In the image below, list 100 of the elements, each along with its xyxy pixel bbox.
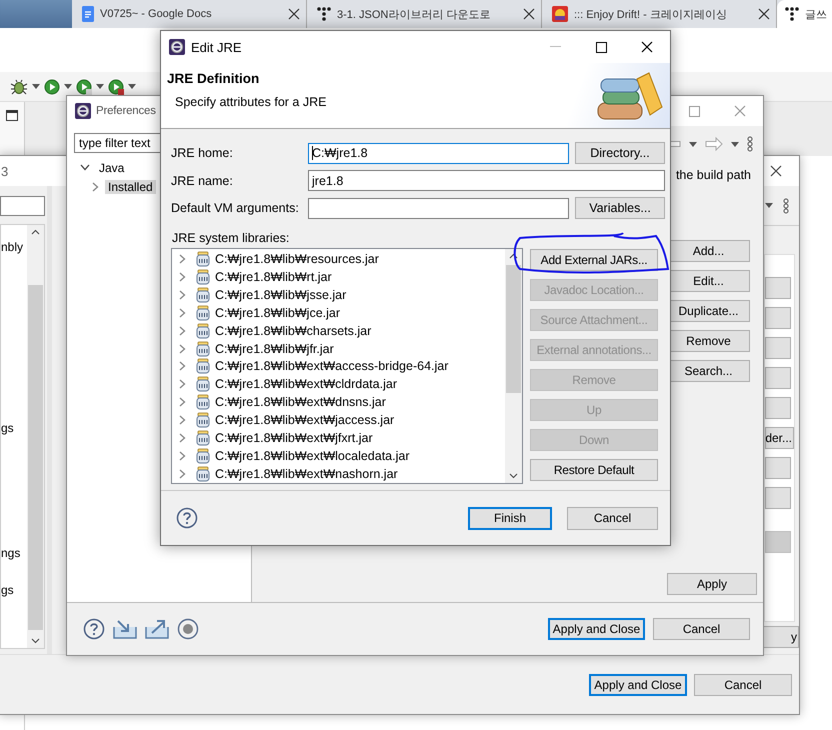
chevron-right-icon[interactable] xyxy=(92,182,99,192)
library-row[interactable]: C:₩jre1.8₩lib₩ext₩cldrdata.jar xyxy=(172,375,505,394)
button[interactable] xyxy=(765,457,791,479)
library-path: C:₩jre1.8₩lib₩ext₩cldrdata.jar xyxy=(215,377,397,392)
library-row[interactable]: C:₩jre1.8₩lib₩jce.jar xyxy=(172,304,505,322)
browse-button[interactable]: Variables... xyxy=(575,197,665,219)
window-title: Preferences xyxy=(96,105,157,117)
banner-subtitle: Specify attributes for a JRE xyxy=(174,95,328,109)
library-row[interactable]: C:₩jre1.8₩lib₩jfr.jar xyxy=(172,340,505,358)
chevron-right-icon[interactable] xyxy=(179,308,186,318)
tree-item[interactable]: gs xyxy=(1,420,27,436)
run-icon[interactable] xyxy=(44,78,60,94)
tree-item[interactable]: gs xyxy=(1,582,27,598)
cancel-button[interactable]: Cancel xyxy=(694,674,792,696)
close-icon[interactable] xyxy=(523,8,535,20)
scroll-down-icon[interactable] xyxy=(31,638,40,644)
window-title: Edit JRE xyxy=(191,40,243,54)
caret-icon[interactable] xyxy=(765,203,773,208)
button[interactable] xyxy=(765,307,791,329)
library-row[interactable]: C:₩jre1.8₩lib₩jsse.jar xyxy=(172,286,505,304)
chevron-right-icon[interactable] xyxy=(179,433,186,444)
more-icon[interactable] xyxy=(747,136,753,152)
record-icon[interactable] xyxy=(177,618,199,640)
forward-arrow-icon[interactable] xyxy=(705,137,723,151)
caret-icon[interactable] xyxy=(32,84,40,89)
button[interactable]: Restore Default xyxy=(530,459,658,481)
button[interactable] xyxy=(765,367,791,389)
more-icon[interactable] xyxy=(783,198,789,214)
button[interactable] xyxy=(765,487,791,509)
chevron-right-icon[interactable] xyxy=(179,415,186,426)
caret-icon[interactable] xyxy=(96,84,104,89)
export-icon[interactable] xyxy=(145,619,169,639)
filter-field[interactable] xyxy=(0,196,45,216)
jar-icon xyxy=(196,340,210,357)
chevron-right-icon[interactable] xyxy=(179,290,186,300)
library-path: C:₩jre1.8₩lib₩ext₩jfxrt.jar xyxy=(215,431,373,446)
chevron-right-icon[interactable] xyxy=(179,344,186,354)
chevron-right-icon[interactable] xyxy=(179,397,186,408)
finish-button[interactable]: Finish xyxy=(468,506,552,530)
tree-item[interactable]: nbly xyxy=(1,239,27,255)
scroll-up-icon[interactable] xyxy=(509,253,518,259)
caret-icon[interactable] xyxy=(731,142,739,146)
caret-icon[interactable] xyxy=(128,84,136,89)
scroll-down-icon[interactable] xyxy=(509,473,518,479)
document-icon xyxy=(82,6,94,22)
button[interactable]: Add External JARs... xyxy=(530,249,658,271)
library-row[interactable]: C:₩jre1.8₩lib₩ext₩access-bridge-64.jar xyxy=(172,358,505,376)
library-path: C:₩jre1.8₩lib₩ext₩localedata.jar xyxy=(215,449,410,464)
run-icon[interactable] xyxy=(108,78,124,94)
tree-item[interactable]: Installed xyxy=(105,180,156,194)
library-path: C:₩jre1.8₩lib₩rt.jar xyxy=(215,270,332,284)
browser-tab[interactable]: 글쓰 xyxy=(777,0,832,28)
minimize-icon xyxy=(550,46,560,48)
cancel-button[interactable]: Cancel xyxy=(567,506,658,530)
apply-and-close-button[interactable]: Apply and Close xyxy=(589,674,687,696)
close-icon xyxy=(734,105,746,117)
library-row[interactable]: C:₩jre1.8₩lib₩resources.jar xyxy=(172,250,505,268)
close-icon[interactable] xyxy=(288,8,300,20)
run-icon[interactable] xyxy=(76,78,92,94)
scrollbar[interactable] xyxy=(505,249,522,483)
caret-icon[interactable] xyxy=(64,84,72,89)
browse-button[interactable]: Directory... xyxy=(575,142,665,164)
tree-item[interactable]: Java xyxy=(96,160,128,174)
chevron-right-icon[interactable] xyxy=(179,254,186,264)
input-field[interactable]: C:₩jre1.8 xyxy=(308,142,569,164)
scroll-up-icon[interactable] xyxy=(31,229,40,235)
library-row[interactable]: C:₩jre1.8₩lib₩ext₩nashorn.jar xyxy=(172,465,505,483)
apply-button[interactable]: y xyxy=(763,626,799,648)
input-field[interactable] xyxy=(308,198,569,218)
button[interactable] xyxy=(765,397,791,419)
close-icon[interactable] xyxy=(758,8,770,20)
help-icon[interactable] xyxy=(176,507,198,529)
chevron-right-icon[interactable] xyxy=(179,451,186,462)
library-row[interactable]: C:₩jre1.8₩lib₩ext₩jfxrt.jar xyxy=(172,429,505,448)
chevron-right-icon[interactable] xyxy=(179,326,186,336)
library-row[interactable]: C:₩jre1.8₩lib₩ext₩dnsns.jar xyxy=(172,393,505,412)
caret-icon[interactable] xyxy=(689,142,697,146)
input-field[interactable]: jre1.8 xyxy=(308,170,665,191)
button[interactable] xyxy=(765,277,791,299)
chevron-right-icon[interactable] xyxy=(179,272,186,282)
button[interactable]: der... xyxy=(765,427,794,449)
tree-item[interactable]: ngs xyxy=(1,545,27,561)
library-row[interactable]: C:₩jre1.8₩lib₩charsets.jar xyxy=(172,322,505,340)
app-icon xyxy=(169,39,185,55)
chevron-right-icon[interactable] xyxy=(179,379,186,390)
library-row[interactable]: C:₩jre1.8₩lib₩rt.jar xyxy=(172,268,505,286)
help-icon[interactable] xyxy=(83,618,105,640)
scrollbar[interactable] xyxy=(27,225,44,648)
chevron-right-icon[interactable] xyxy=(179,361,186,372)
apply-button[interactable]: Apply xyxy=(667,573,757,595)
library-row[interactable]: C:₩jre1.8₩lib₩ext₩jaccess.jar xyxy=(172,411,505,430)
apply-and-close-button[interactable]: Apply and Close xyxy=(548,618,645,640)
import-icon[interactable] xyxy=(113,619,137,639)
library-row[interactable]: C:₩jre1.8₩lib₩ext₩localedata.jar xyxy=(172,447,505,466)
chevron-down-icon[interactable] xyxy=(80,164,90,171)
button[interactable] xyxy=(765,337,791,359)
bug-icon[interactable] xyxy=(10,78,28,94)
window-icon[interactable] xyxy=(6,110,18,121)
chevron-right-icon[interactable] xyxy=(179,469,186,480)
cancel-button[interactable]: Cancel xyxy=(653,618,750,640)
